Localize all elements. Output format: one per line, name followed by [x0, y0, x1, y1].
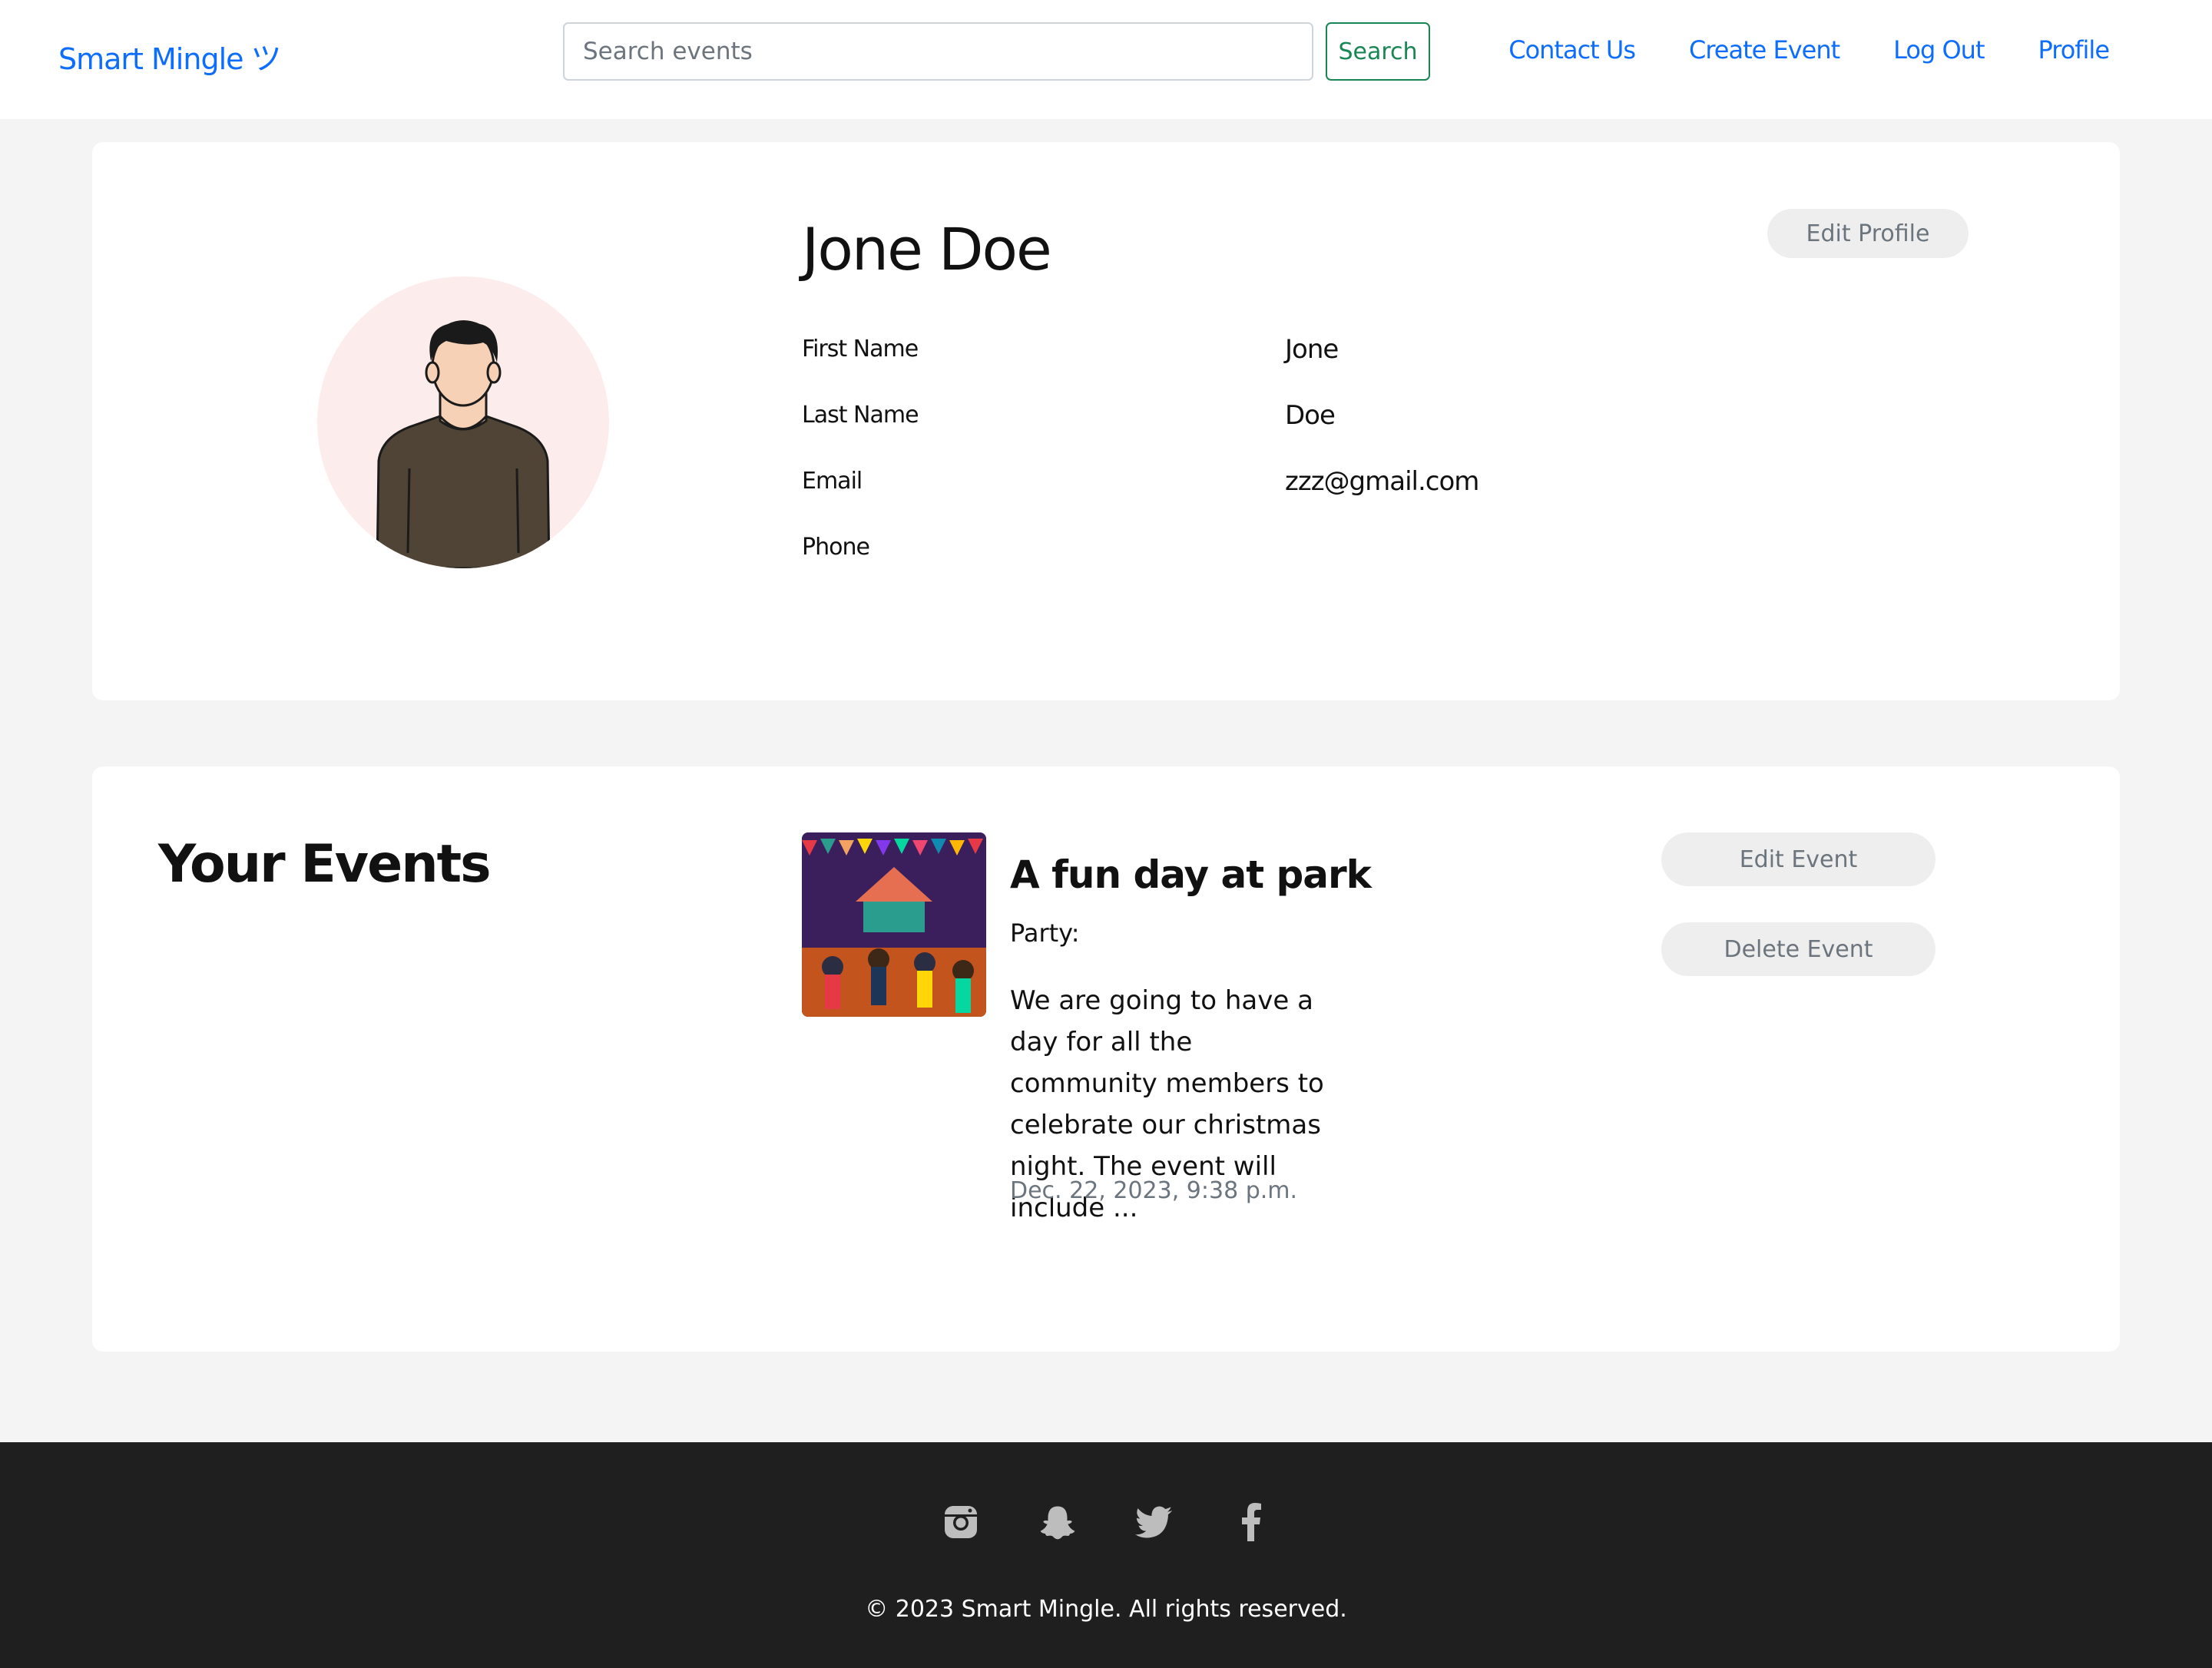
brand-logo-link[interactable]: Smart Mingle ツ	[58, 34, 282, 78]
delete-event-button[interactable]: Delete Event	[1661, 922, 1936, 976]
copyright-text: © 2023 Smart Mingle. All rights reserved…	[865, 1596, 1347, 1623]
edit-event-button[interactable]: Edit Event	[1661, 832, 1936, 886]
nav-links: Contact Us Create Event Log Out Profile	[1455, 35, 2110, 65]
events-section-title: Your Events	[158, 834, 492, 895]
events-card: Your Events A fun day at park Party: We …	[92, 766, 2120, 1352]
first-name-value: Jone	[1285, 334, 1339, 365]
event-category: Party:	[1010, 918, 1080, 948]
first-name-label: First Name	[802, 336, 919, 362]
search-input[interactable]	[563, 22, 1313, 81]
event-thumbnail[interactable]	[802, 832, 986, 1017]
social-links	[0, 1501, 2212, 1544]
party-image-icon	[802, 832, 986, 1017]
email-label: Email	[802, 468, 863, 495]
facebook-icon[interactable]	[1232, 1501, 1270, 1544]
email-value: zzz@gmail.com	[1285, 466, 1479, 497]
last-name-label: Last Name	[802, 402, 919, 429]
brand-smile-icon: ツ	[250, 41, 282, 77]
snapchat-icon[interactable]	[1038, 1501, 1077, 1544]
brand-name: Smart Mingle	[58, 42, 244, 76]
search-button[interactable]: Search	[1326, 22, 1430, 81]
event-date: Dec. 22, 2023, 9:38 p.m.	[1010, 1177, 1298, 1204]
nav-profile[interactable]: Profile	[2038, 35, 2110, 65]
user-avatar-icon	[376, 320, 551, 568]
last-name-value: Doe	[1285, 400, 1336, 431]
profile-name: Jone Doe	[802, 215, 1052, 283]
event-title: A fun day at park	[1010, 852, 1372, 897]
footer: © 2023 Smart Mingle. All rights reserved…	[0, 1442, 2212, 1668]
edit-profile-button[interactable]: Edit Profile	[1767, 209, 1969, 258]
profile-card: Jone Doe Edit Profile First Name Jone La…	[92, 142, 2120, 700]
avatar	[317, 276, 609, 568]
navbar: Smart Mingleツ Search Contact Us Create E…	[0, 0, 2212, 119]
instagram-icon[interactable]	[942, 1501, 980, 1544]
nav-contact-us[interactable]: Contact Us	[1508, 35, 1636, 65]
phone-label: Phone	[802, 534, 870, 561]
nav-log-out[interactable]: Log Out	[1893, 35, 1985, 65]
twitter-icon[interactable]	[1135, 1501, 1174, 1544]
nav-create-event[interactable]: Create Event	[1689, 35, 1840, 65]
